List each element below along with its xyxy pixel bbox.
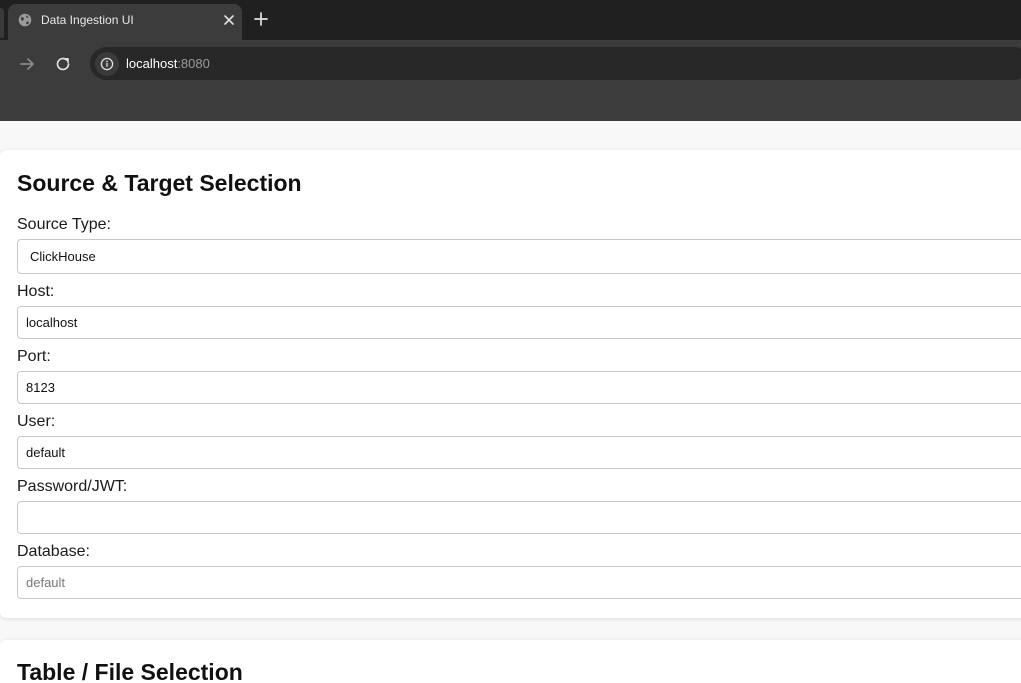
password-input[interactable] — [17, 501, 1021, 534]
forward-arrow-icon[interactable] — [15, 52, 39, 76]
source-type-select[interactable]: ClickHouse — [17, 239, 1021, 274]
site-info-icon[interactable] — [95, 52, 119, 76]
host-label: Host: — [17, 283, 55, 300]
url-text: localhost:8080 — [126, 56, 210, 71]
port-label: Port: — [17, 348, 51, 365]
database-input[interactable] — [17, 566, 1021, 599]
new-tab-icon[interactable] — [251, 9, 271, 29]
address-bar[interactable]: localhost:8080 — [90, 47, 1021, 80]
browser-tab[interactable]: Data Ingestion UI — [8, 4, 242, 40]
password-label: Password/JWT: — [17, 478, 128, 495]
port-input[interactable] — [17, 371, 1021, 404]
host-input[interactable] — [17, 306, 1021, 339]
url-port: :8080 — [177, 56, 210, 71]
source-target-card: Source & Target Selection Source Type: C… — [0, 150, 1021, 618]
source-type-label: Source Type: — [17, 216, 111, 233]
tab-title: Data Ingestion UI — [41, 13, 134, 27]
browser-toolbar: localhost:8080 — [0, 40, 1021, 121]
section-title: Source & Target Selection — [17, 170, 302, 196]
url-host: localhost — [126, 56, 178, 71]
database-label: Database: — [17, 543, 90, 560]
reload-icon[interactable] — [51, 52, 75, 76]
section-title: Table / File Selection — [17, 659, 243, 683]
user-label: User: — [17, 413, 56, 430]
close-icon[interactable] — [218, 9, 240, 31]
browser-tab-strip: Data Ingestion UI — [0, 0, 1021, 40]
table-file-card: Table / File Selection — [0, 640, 1021, 683]
previous-tab-edge[interactable] — [0, 8, 4, 38]
user-input[interactable] — [17, 436, 1021, 469]
globe-icon — [18, 13, 32, 27]
